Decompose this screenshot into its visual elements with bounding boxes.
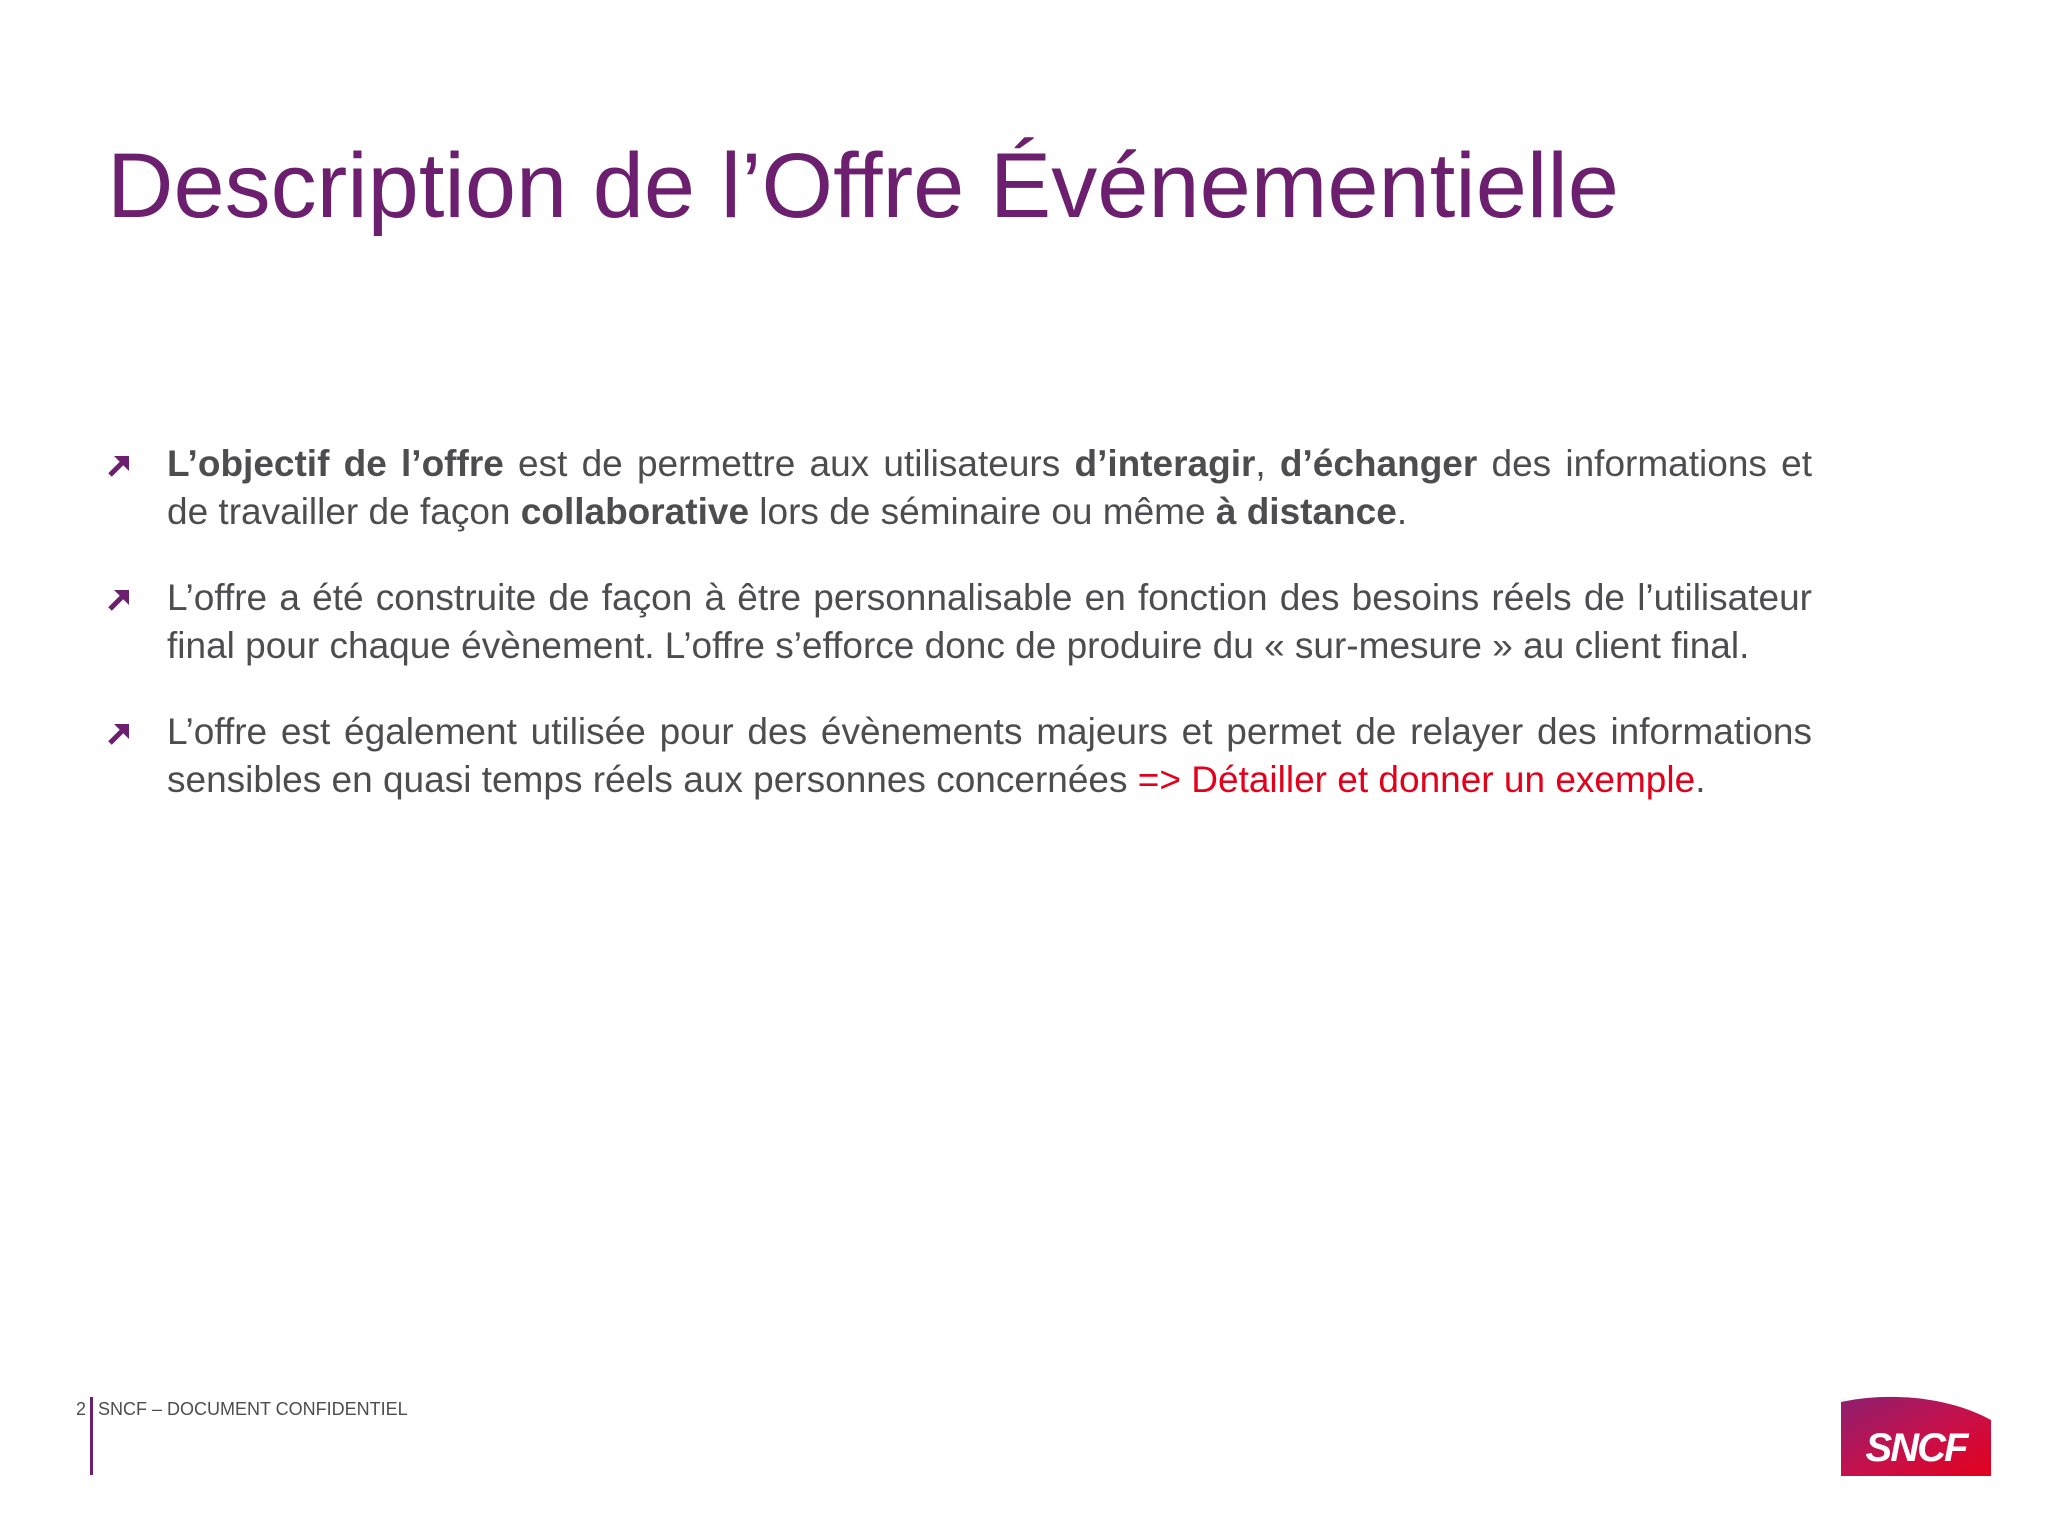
arrow-up-right-icon [108, 724, 129, 745]
text-segment: . [1695, 759, 1706, 800]
bullet-text: L’offre est également utilisée pour des … [167, 708, 1812, 804]
bold-phrase: à distance [1215, 491, 1397, 532]
logo-text: SNCF [1866, 1426, 1970, 1470]
text-segment: , [1255, 443, 1280, 484]
confidential-label: SNCF – DOCUMENT CONFIDENTIEL [98, 1399, 408, 1419]
text-segment: est de permettre aux utilisateurs [503, 443, 1075, 484]
bold-phrase: L’objectif de l’offre [167, 443, 504, 484]
bold-phrase: d’interagir [1074, 443, 1256, 484]
text-segment: . [1396, 491, 1408, 532]
footer-divider [90, 1397, 93, 1475]
todo-note: => Détailler et donner un exemple [1137, 759, 1696, 800]
bullet-item-major-events: L’offre est également utilisée pour des … [107, 708, 1812, 804]
sncf-logo: SNCF [1841, 1396, 1991, 1476]
slide-title: Description de l’Offre Événementielle [107, 135, 1619, 237]
text-segment: lors de séminaire ou même [749, 491, 1216, 532]
bullet-item-objective: L’objectif de l’offre est de permettre a… [107, 440, 1812, 536]
bold-phrase: collaborative [520, 491, 750, 532]
arrow-up-right-icon [108, 456, 129, 477]
text-segment: L’offre a été construite de façon à être… [167, 577, 1812, 666]
bullet-item-customization: L’offre a été construite de façon à être… [107, 574, 1812, 670]
bold-phrase: d’échanger [1279, 443, 1478, 484]
page-number: 2 [76, 1399, 87, 1419]
arrow-up-right-icon [108, 590, 129, 611]
bullet-list: L’objectif de l’offre est de permettre a… [107, 440, 1812, 842]
bullet-text: L’offre a été construite de façon à être… [167, 574, 1812, 670]
bullet-text: L’objectif de l’offre est de permettre a… [167, 440, 1812, 536]
